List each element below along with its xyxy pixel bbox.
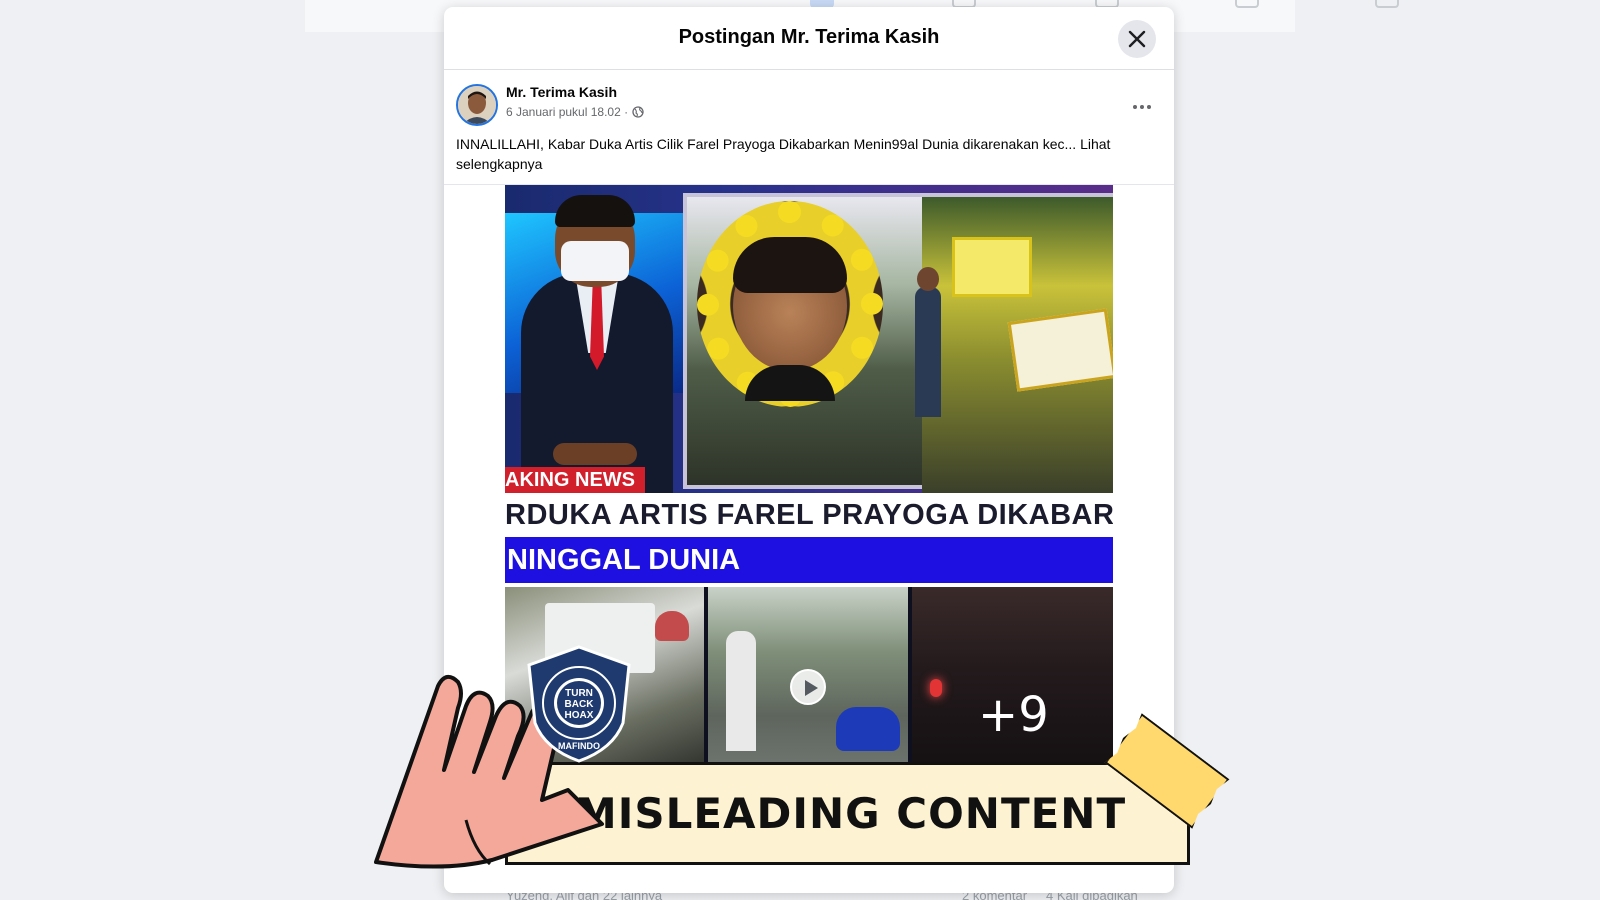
groups-nav-icon[interactable] xyxy=(1235,0,1259,8)
police-officer xyxy=(726,631,756,751)
breaking-news-label: AKING NEWS xyxy=(505,467,645,493)
motorcycle xyxy=(836,707,900,751)
standing-man-head xyxy=(917,267,939,291)
svg-text:BACK: BACK xyxy=(565,699,595,710)
modal-title: Postingan Mr. Terima Kasih xyxy=(678,26,940,48)
standing-man xyxy=(915,287,941,417)
author-name[interactable]: Mr. Terima Kasih xyxy=(506,84,617,100)
play-icon[interactable] xyxy=(790,669,826,705)
more-dot-icon xyxy=(1133,105,1137,109)
collage-thumbnail-video[interactable] xyxy=(708,587,908,771)
post-meta: 6 Januari pukul 18.02 · xyxy=(506,105,644,119)
svg-text:TURN: TURN xyxy=(565,688,593,699)
avatar-image xyxy=(458,86,496,124)
boy-hair xyxy=(733,237,847,293)
anchor-mask xyxy=(561,241,629,281)
more-photos-count: +9 xyxy=(978,687,1049,743)
svg-text:HOAX: HOAX xyxy=(565,710,594,721)
mafindo-badge: TURN BACK HOAX MAFINDO xyxy=(527,645,631,763)
close-button[interactable] xyxy=(1118,20,1156,58)
gaming-nav-icon[interactable] xyxy=(1375,0,1399,8)
collage-thumbnail-more[interactable]: +9 xyxy=(912,587,1113,771)
flower-wreaths xyxy=(922,197,1113,493)
memorial-photo xyxy=(683,193,1113,493)
more-dot-icon xyxy=(1147,105,1151,109)
modal-header: Postingan Mr. Terima Kasih xyxy=(444,7,1174,70)
svg-text:MAFINDO: MAFINDO xyxy=(558,741,600,751)
anchor-hands xyxy=(553,443,637,465)
red-light xyxy=(930,679,942,697)
news-main-image: AKING NEWS xyxy=(505,185,1113,495)
helmet xyxy=(655,611,689,641)
more-options-button[interactable] xyxy=(1130,99,1154,115)
close-icon xyxy=(1128,30,1146,48)
headline-line-1: RDUKA ARTIS FAREL PRAYOGA DIKABARK xyxy=(505,493,1113,537)
globe-icon xyxy=(632,106,644,118)
headline-line-2: NINGGAL DUNIA xyxy=(505,537,1113,583)
wreath-sign xyxy=(952,237,1032,297)
more-dot-icon xyxy=(1140,105,1144,109)
post-timestamp[interactable]: 6 Januari pukul 18.02 · xyxy=(506,105,628,119)
anchor-hair xyxy=(555,195,635,227)
author-avatar[interactable] xyxy=(456,84,498,126)
post-text: INNALILLAHI, Kabar Duka Artis Cilik Fare… xyxy=(456,136,1111,172)
wreath-sign xyxy=(1007,308,1113,392)
